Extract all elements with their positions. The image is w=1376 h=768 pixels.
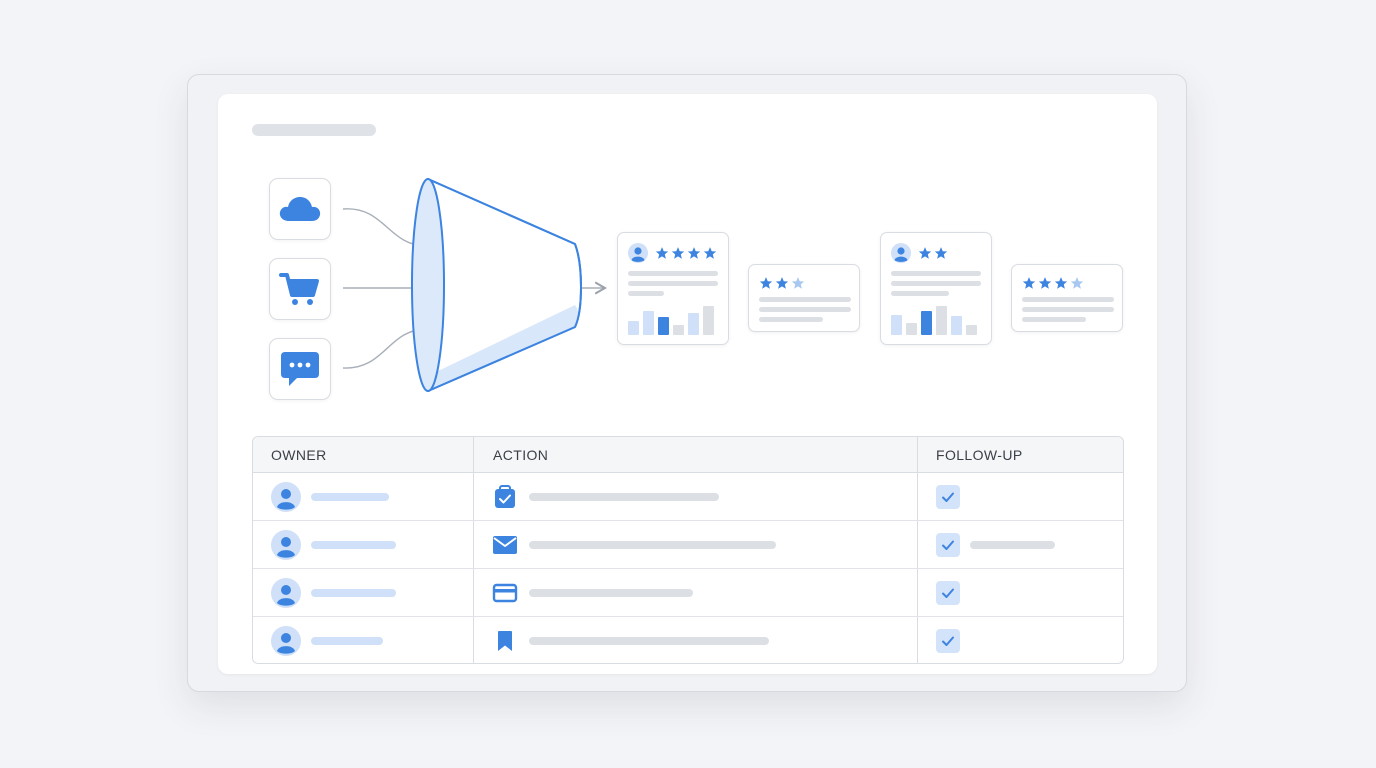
- star-icon: [775, 277, 789, 289]
- owner-name-placeholder: [311, 589, 396, 597]
- text-placeholder: [628, 281, 718, 286]
- checkmark-icon: [942, 588, 954, 598]
- text-placeholder: [759, 317, 823, 322]
- action-text-placeholder: [529, 637, 769, 645]
- star-icon: [703, 247, 717, 259]
- action-icon-cell[interactable]: [492, 580, 518, 606]
- user-avatar-icon: [271, 530, 301, 560]
- action-icon-cell[interactable]: [492, 532, 518, 558]
- checkmark-icon: [942, 540, 954, 550]
- follow-up-note-placeholder: [970, 541, 1055, 549]
- text-placeholder: [628, 271, 718, 276]
- star-icon: [671, 247, 685, 259]
- table-header: OWNER ACTION FOLLOW-UP: [253, 437, 1123, 473]
- follow-up-checkbox[interactable]: [936, 629, 960, 653]
- checkmark-icon: [942, 636, 954, 646]
- table-row[interactable]: [253, 617, 1123, 663]
- action-table: OWNER ACTION FOLLOW-UP: [252, 436, 1124, 664]
- bar: [673, 325, 684, 335]
- rating-stars: [759, 276, 805, 290]
- output-card-2[interactable]: [748, 264, 860, 332]
- user-avatar-icon: [271, 578, 301, 608]
- bar: [936, 306, 947, 335]
- star-light-icon: [1070, 277, 1084, 289]
- owner-name-placeholder: [311, 493, 389, 501]
- bar: [891, 315, 902, 335]
- bookmark-icon: [498, 631, 512, 651]
- owner-name-placeholder: [311, 637, 383, 645]
- star-icon: [1038, 277, 1052, 289]
- rating-stars: [918, 246, 948, 260]
- user-avatar-icon: [628, 243, 648, 263]
- bar: [951, 316, 962, 335]
- text-placeholder: [759, 297, 851, 302]
- action-icon-cell[interactable]: [492, 628, 518, 654]
- output-card-1[interactable]: [617, 232, 729, 345]
- user-avatar-icon: [271, 626, 301, 656]
- text-placeholder: [1022, 297, 1114, 302]
- credit-card-icon: [492, 583, 518, 603]
- user-avatar-icon: [891, 243, 911, 263]
- text-placeholder: [628, 291, 664, 296]
- rating-stars: [655, 246, 717, 260]
- star-icon: [918, 247, 932, 259]
- mini-bar-chart: [628, 305, 714, 335]
- bar: [921, 311, 932, 335]
- star-icon: [934, 247, 948, 259]
- owner-name-placeholder: [311, 541, 396, 549]
- bar: [658, 317, 669, 335]
- envelope-icon: [493, 536, 517, 554]
- star-icon: [655, 247, 669, 259]
- action-icon-cell[interactable]: [492, 484, 518, 510]
- rating-stars: [1022, 276, 1084, 290]
- column-header-action[interactable]: ACTION: [493, 437, 548, 473]
- output-card-4[interactable]: [1011, 264, 1123, 332]
- table-row[interactable]: [253, 521, 1123, 569]
- column-header-follow-up[interactable]: FOLLOW-UP: [936, 437, 1023, 473]
- follow-up-checkbox[interactable]: [936, 485, 960, 509]
- star-icon: [1022, 277, 1036, 289]
- star-icon: [687, 247, 701, 259]
- star-light-icon: [791, 277, 805, 289]
- text-placeholder: [1022, 307, 1114, 312]
- bar: [628, 321, 639, 335]
- action-text-placeholder: [529, 541, 776, 549]
- column-header-owner[interactable]: OWNER: [271, 437, 327, 473]
- action-text-placeholder: [529, 493, 719, 501]
- text-placeholder: [891, 291, 949, 296]
- table-row[interactable]: [253, 473, 1123, 521]
- action-text-placeholder: [529, 589, 693, 597]
- user-avatar-icon: [271, 482, 301, 512]
- text-placeholder: [891, 281, 981, 286]
- table-body: [253, 473, 1123, 663]
- text-placeholder: [891, 271, 981, 276]
- table-row[interactable]: [253, 569, 1123, 617]
- bar: [906, 323, 917, 335]
- text-placeholder: [759, 307, 851, 312]
- follow-up-checkbox[interactable]: [936, 533, 960, 557]
- bar: [703, 306, 714, 335]
- text-placeholder: [1022, 317, 1086, 322]
- star-icon: [759, 277, 773, 289]
- bar: [688, 313, 699, 335]
- bar: [966, 325, 977, 335]
- funnel: [411, 178, 582, 392]
- clipboard-check-icon: [495, 485, 515, 508]
- bar: [643, 311, 654, 335]
- checkmark-icon: [942, 492, 954, 502]
- output-card-3[interactable]: [880, 232, 992, 345]
- follow-up-checkbox[interactable]: [936, 581, 960, 605]
- mini-bar-chart: [891, 305, 977, 335]
- star-icon: [1054, 277, 1068, 289]
